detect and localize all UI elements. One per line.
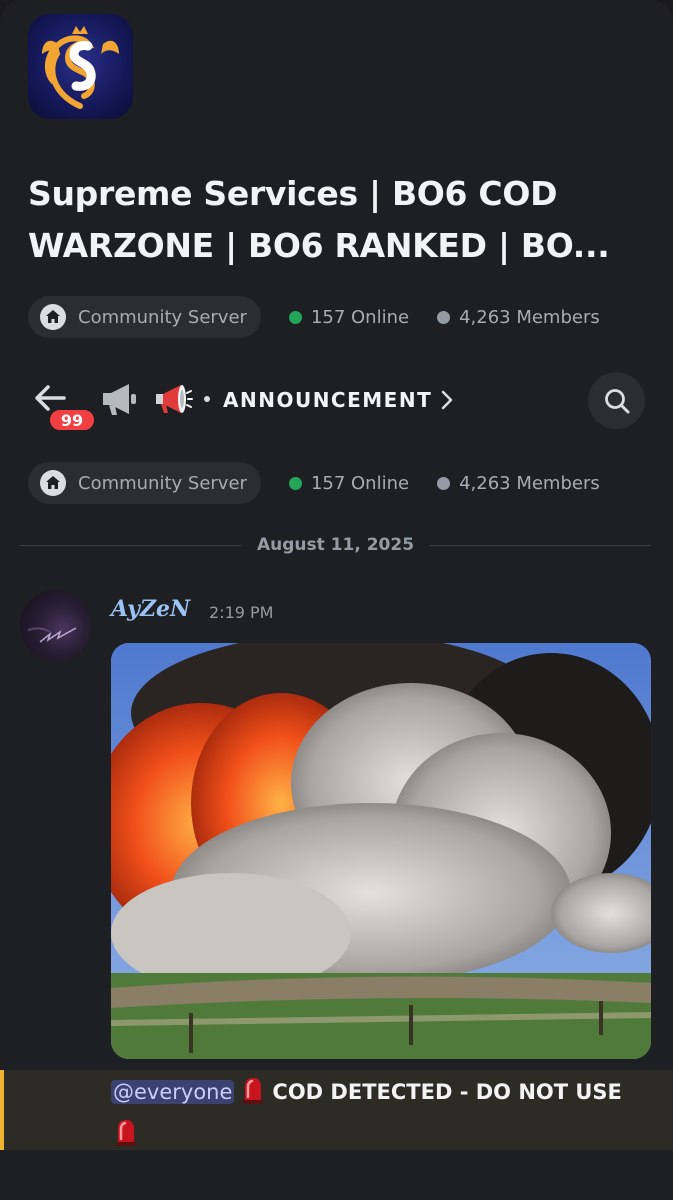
message-body: COD DETECTED - DO NOT USE <box>272 1080 622 1104</box>
member-count: 4,263 Members <box>437 473 600 494</box>
siren-emoji-icon <box>111 1117 141 1158</box>
message-gif-attachment[interactable] <box>111 643 651 1059</box>
message-timestamp: 2:19 PM <box>209 603 274 622</box>
home-icon <box>40 304 66 330</box>
author-avatar[interactable] <box>20 590 91 661</box>
chevron-right-icon[interactable] <box>441 390 453 414</box>
separator-dot <box>204 396 210 402</box>
online-count: 157 Online <box>288 473 409 494</box>
community-server-pill[interactable]: Community Server <box>28 462 261 504</box>
search-button[interactable] <box>588 372 645 429</box>
divider-line <box>430 544 652 546</box>
online-dot-icon <box>288 310 302 324</box>
message-content: @everyone COD DETECTED - DO NOT USE <box>111 1074 651 1158</box>
server-title[interactable]: Supreme Services | BO6 COD WARZONE | BO6… <box>28 168 653 272</box>
members-dot-icon <box>437 476 451 490</box>
server-stats: Community Server 157 Online 4,263 Member… <box>28 296 648 338</box>
channel-header: 99 ANNOUNCEMENT <box>0 370 673 433</box>
channel-panel: Supreme Services | BO6 COD WARZONE | BO6… <box>0 0 673 1200</box>
author-name[interactable]: AyZeN <box>111 596 190 622</box>
search-icon <box>604 388 629 413</box>
server-type-label: Community Server <box>78 472 247 494</box>
swan-s-logo-icon <box>42 26 119 109</box>
community-server-pill[interactable]: Community Server <box>28 296 261 338</box>
home-icon <box>40 470 66 496</box>
member-count: 4,263 Members <box>437 307 600 328</box>
channel-name[interactable]: ANNOUNCEMENT <box>223 388 432 412</box>
members-dot-icon <box>437 310 451 324</box>
unread-badge: 99 <box>47 407 97 433</box>
server-icon[interactable] <box>28 14 133 119</box>
megaphone-emoji-icon <box>153 382 193 420</box>
server-type-label: Community Server <box>78 306 247 328</box>
online-count: 157 Online <box>288 307 409 328</box>
everyone-mention[interactable]: @everyone <box>111 1080 235 1104</box>
divider-line <box>20 544 241 546</box>
divider-date: August 11, 2025 <box>256 535 415 555</box>
announcement-channel-icon <box>99 380 139 422</box>
siren-emoji-icon <box>238 1075 268 1116</box>
server-stats-repeat: Community Server 157 Online 4,263 Member… <box>28 462 648 504</box>
date-divider: August 11, 2025 <box>20 532 652 558</box>
online-dot-icon <box>288 476 302 490</box>
